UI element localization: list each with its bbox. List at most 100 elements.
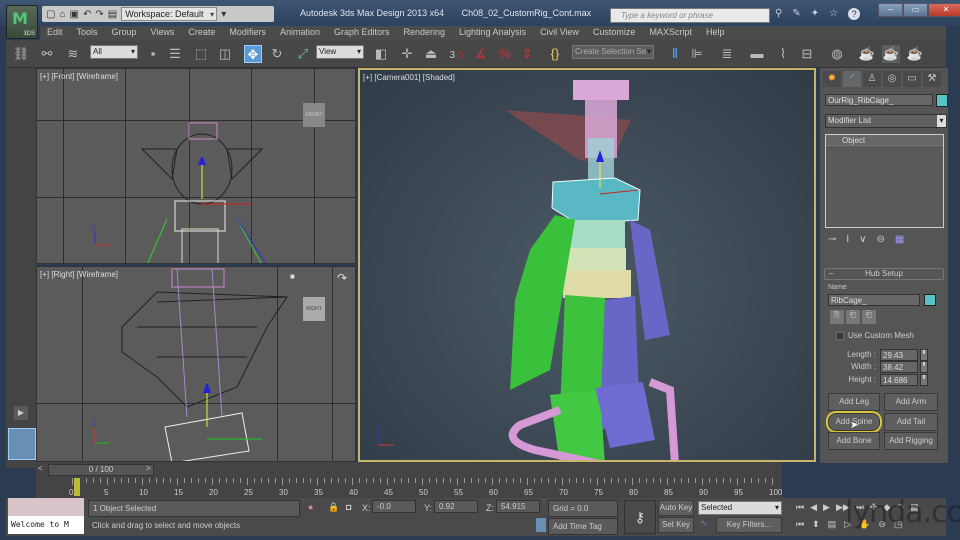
menu-group[interactable]: Group: [105, 26, 144, 40]
workspace-dropdown[interactable]: Workspace: Default ▾: [121, 7, 218, 21]
help-icon[interactable]: ?: [848, 8, 861, 20]
configure-modifier-sets-icon[interactable]: ▦: [895, 234, 904, 245]
track-bar[interactable]: 0 5 10 15 20 25 30 35 40 45 50 55 60 65 70 75 80 85 90 95 10…: [69, 478, 782, 498]
pivot-center-icon[interactable]: ◧: [372, 45, 390, 63]
snaps-toggle-icon[interactable]: 3∩: [448, 45, 466, 63]
utilities-tab-icon[interactable]: ⚒: [923, 71, 941, 87]
rendered-frame-window-icon[interactable]: ☕: [882, 45, 900, 63]
add-time-tag-button[interactable]: Add Time Tag: [548, 518, 618, 535]
auto-key-button[interactable]: Auto Key: [658, 500, 694, 516]
camera-viewport[interactable]: [+] [Camera001] [Shaded]: [358, 68, 816, 462]
menu-rendering[interactable]: Rendering: [397, 26, 453, 40]
align-icon[interactable]: ⊫: [688, 45, 706, 63]
menu-help[interactable]: Help: [699, 26, 732, 40]
modifier-list-dropdown[interactable]: Modifier List ▾: [825, 114, 947, 128]
hub-color-swatch[interactable]: [924, 294, 936, 306]
copy-icon[interactable]: ⎘: [830, 310, 844, 324]
unlink-icon[interactable]: ⚯: [38, 45, 56, 63]
menu-customize[interactable]: Customize: [586, 26, 643, 40]
go-to-start-icon[interactable]: ⏮: [796, 502, 804, 513]
menu-modifiers[interactable]: Modifiers: [222, 26, 273, 40]
motion-tab-icon[interactable]: ◎: [883, 71, 901, 87]
menu-edit[interactable]: Edit: [40, 26, 70, 40]
selection-filter-dropdown[interactable]: All: [90, 45, 138, 59]
undo-icon[interactable]: ↶: [83, 9, 91, 20]
play-icon[interactable]: ▶: [823, 502, 830, 513]
menu-tools[interactable]: Tools: [70, 26, 105, 40]
percent-snap-icon[interactable]: %: [496, 45, 514, 63]
remove-modifier-icon[interactable]: ⊖: [877, 234, 885, 245]
maximize-button[interactable]: ▭: [903, 3, 928, 17]
menu-graph-editors[interactable]: Graph Editors: [327, 26, 397, 40]
search-input[interactable]: Type a keyword or phrase: [610, 8, 770, 23]
frame-spinner[interactable]: ⬍: [812, 519, 820, 530]
redo-icon[interactable]: ↷: [95, 9, 103, 20]
create-tab-icon[interactable]: ✸: [823, 71, 841, 87]
object-name-field[interactable]: OurRig_RibCage_: [825, 94, 933, 106]
select-and-rotate-icon[interactable]: ↻: [268, 45, 286, 63]
menu-animation[interactable]: Animation: [273, 26, 327, 40]
spinner-snap-icon[interactable]: ⇕: [518, 45, 536, 63]
x-coordinate-input[interactable]: -0.0: [372, 500, 416, 513]
modify-tab-icon[interactable]: ◜: [843, 71, 861, 87]
maxscript-mini-listener[interactable]: [8, 498, 84, 516]
new-file-icon[interactable]: ▢: [46, 9, 55, 20]
object-color-swatch[interactable]: [936, 94, 948, 107]
paste-icon[interactable]: ⎗: [846, 310, 860, 324]
hierarchy-tab-icon[interactable]: ♙: [863, 71, 881, 87]
customize-qa-icon[interactable]: ▾: [221, 9, 226, 20]
width-spinner[interactable]: ⬍: [920, 361, 928, 373]
curve-editor-icon[interactable]: ⌇: [774, 45, 792, 63]
display-tab-icon[interactable]: ▭: [903, 71, 921, 87]
hub-name-field[interactable]: RibCage_: [828, 294, 920, 306]
menu-civil-view[interactable]: Civil View: [533, 26, 586, 40]
select-by-name-icon[interactable]: ☰: [166, 45, 184, 63]
project-folder-icon[interactable]: ▤: [108, 9, 117, 20]
angle-snap-icon[interactable]: ∡: [472, 45, 490, 63]
key-filters-button[interactable]: Key Filters...: [716, 517, 782, 533]
time-tag-icon[interactable]: [536, 518, 546, 532]
isolate-selection-icon[interactable]: ●: [308, 502, 313, 512]
minimize-button[interactable]: –: [878, 3, 903, 17]
menu-views[interactable]: Views: [144, 26, 182, 40]
save-icon[interactable]: ▣: [70, 9, 79, 20]
use-custom-mesh-checkbox[interactable]: [836, 332, 844, 340]
close-button[interactable]: ✕: [928, 3, 960, 17]
graphite-ribbon-icon[interactable]: ▬: [748, 45, 766, 63]
height-spinner[interactable]: ⬍: [920, 374, 928, 386]
reference-coordinate-dropdown[interactable]: View: [316, 45, 364, 59]
menu-lighting-analysis[interactable]: Lighting Analysis: [452, 26, 533, 40]
hub-setup-rollout-header[interactable]: – Hub Setup: [824, 268, 944, 280]
link-icon[interactable]: ⛓: [12, 45, 30, 63]
select-and-move-icon[interactable]: ✥: [244, 45, 262, 63]
schematic-view-icon[interactable]: ⊟: [798, 45, 816, 63]
menu-create[interactable]: Create: [181, 26, 222, 40]
viewport-layout-icon[interactable]: [8, 428, 36, 460]
application-button[interactable]: M 3DS: [6, 5, 38, 39]
paste-mirrored-icon[interactable]: ⎗: [862, 310, 876, 324]
set-key-button[interactable]: Set Key: [658, 517, 694, 533]
favorites-star-icon[interactable]: ☆: [829, 8, 838, 20]
material-editor-icon[interactable]: ◍: [828, 45, 846, 63]
pin-stack-icon[interactable]: ⊸: [828, 234, 836, 245]
maxscript-output[interactable]: Welcome to M: [8, 516, 84, 534]
named-selection-sets-dropdown[interactable]: Create Selection Se: [572, 45, 654, 59]
select-and-scale-icon[interactable]: ⤢: [294, 45, 312, 63]
add-arm-button[interactable]: Add Arm: [884, 393, 938, 411]
expand-layout-icon[interactable]: ▶: [14, 406, 28, 420]
y-coordinate-input[interactable]: 0.92: [434, 500, 478, 513]
open-file-icon[interactable]: ⌂: [59, 9, 65, 20]
menu-maxscript[interactable]: MAXScript: [642, 26, 699, 40]
communication-center-icon[interactable]: ✦: [811, 8, 819, 20]
add-bone-button[interactable]: Add Bone: [828, 432, 880, 450]
key-tangent-icon[interactable]: ∿: [700, 518, 708, 529]
right-viewport[interactable]: [+] [Right] [Wireframe] RIGHT ■ ↷ Z: [36, 266, 356, 462]
select-object-icon[interactable]: ▪: [144, 45, 162, 63]
make-unique-icon[interactable]: ∨: [859, 234, 866, 245]
width-input[interactable]: 38.42: [880, 361, 918, 373]
stack-item-object[interactable]: Object: [826, 135, 943, 146]
prev-frame-button[interactable]: <: [38, 464, 43, 473]
current-frame-marker[interactable]: [74, 478, 80, 496]
length-spinner[interactable]: ⬍: [920, 349, 928, 361]
next-frame-button[interactable]: >: [146, 464, 151, 473]
